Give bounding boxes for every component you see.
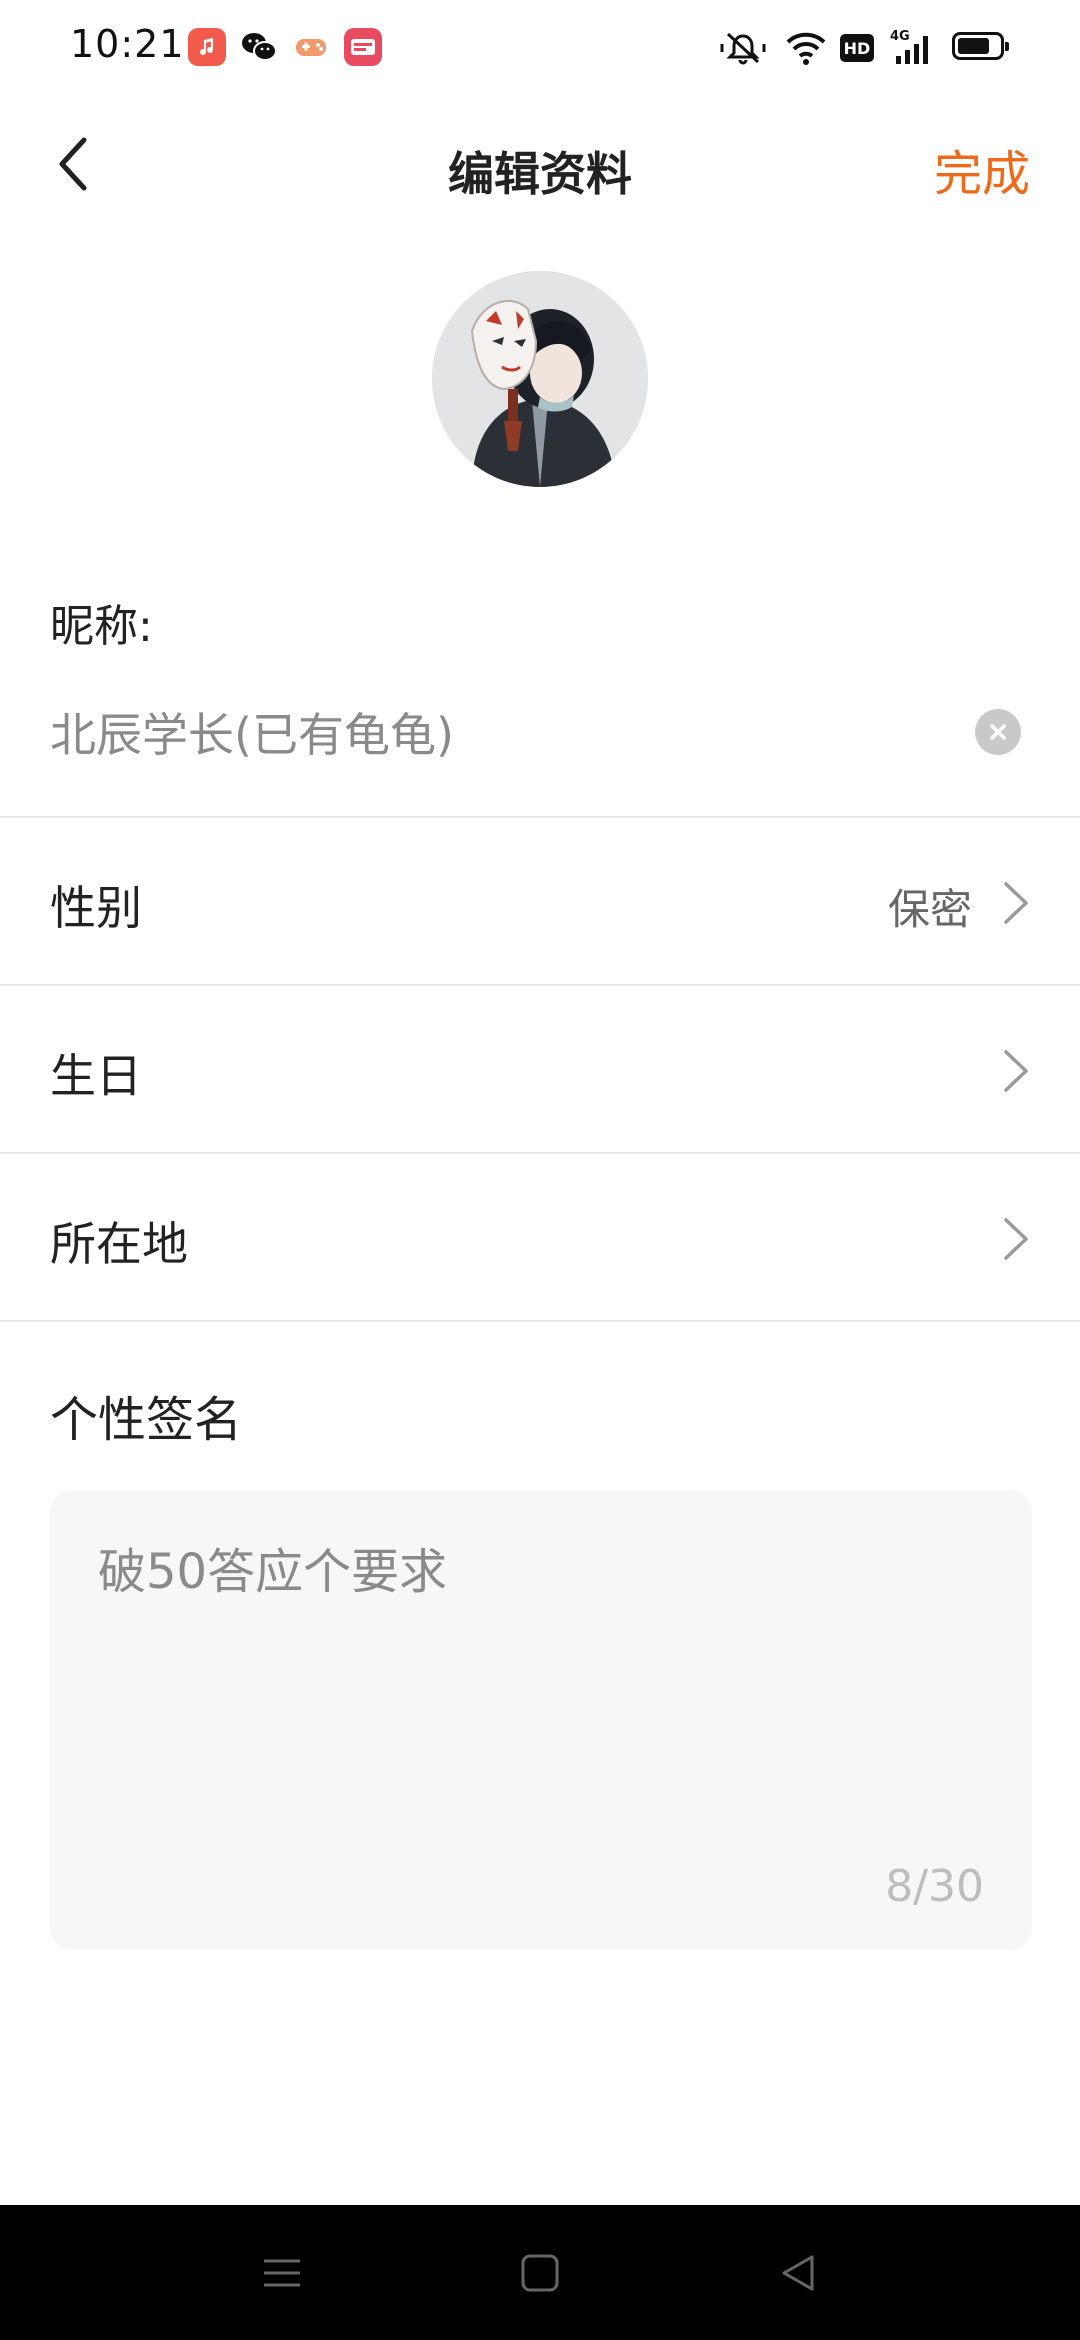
gender-row[interactable]: 性别 保密 <box>0 820 1080 986</box>
clear-nickname-button[interactable] <box>975 709 1021 755</box>
location-label: 所在地 <box>50 1217 188 1271</box>
nickname-input[interactable] <box>50 702 950 762</box>
page-title: 编辑资料 <box>448 147 632 201</box>
shopping-app-icon <box>344 28 382 66</box>
signature-label: 个性签名 <box>50 1392 243 1448</box>
avatar[interactable] <box>432 271 648 487</box>
divider <box>0 1152 1080 1154</box>
gender-value: 保密 <box>887 885 972 934</box>
wifi-icon <box>784 28 828 68</box>
battery-level <box>958 38 989 54</box>
home-icon <box>521 2254 559 2292</box>
divider <box>0 1320 1080 1322</box>
battery-icon <box>952 32 1009 60</box>
status-bar: 10:21 HD 4G <box>0 0 1080 96</box>
triangle-back-icon <box>782 2255 814 2291</box>
back-nav-button[interactable] <box>770 2245 826 2301</box>
birthday-row[interactable]: 生日 <box>0 988 1080 1154</box>
signature-box: 破50答应个要求 8/30 <box>50 1490 1032 1950</box>
hd-icon: HD <box>840 34 874 62</box>
silent-icon <box>718 28 768 68</box>
divider <box>0 984 1080 986</box>
music-app-icon <box>188 28 226 66</box>
done-button[interactable]: 完成 <box>934 134 1030 204</box>
status-time: 10:21 <box>70 22 185 66</box>
location-row[interactable]: 所在地 <box>0 1156 1080 1322</box>
close-icon <box>990 724 1006 740</box>
svg-text:4G: 4G <box>890 29 910 44</box>
navigation-bar <box>0 2205 1080 2340</box>
signature-input[interactable]: 破50答应个要求 <box>98 1532 978 1832</box>
menu-icon <box>264 2259 300 2287</box>
chevron-right-icon <box>1004 1050 1028 1092</box>
game-app-icon <box>292 28 330 66</box>
nickname-label: 昵称: <box>50 601 153 652</box>
cellular-signal-icon: 4G <box>890 28 936 68</box>
divider <box>0 816 1080 818</box>
chevron-right-icon <box>1004 882 1028 924</box>
chevron-right-icon <box>1004 1218 1028 1260</box>
wechat-icon <box>240 28 278 66</box>
home-button[interactable] <box>512 2245 568 2301</box>
birthday-label: 生日 <box>50 1049 142 1103</box>
gender-label: 性别 <box>50 881 142 935</box>
menu-button[interactable] <box>254 2245 310 2301</box>
char-counter: 8/30 <box>885 1861 984 1912</box>
